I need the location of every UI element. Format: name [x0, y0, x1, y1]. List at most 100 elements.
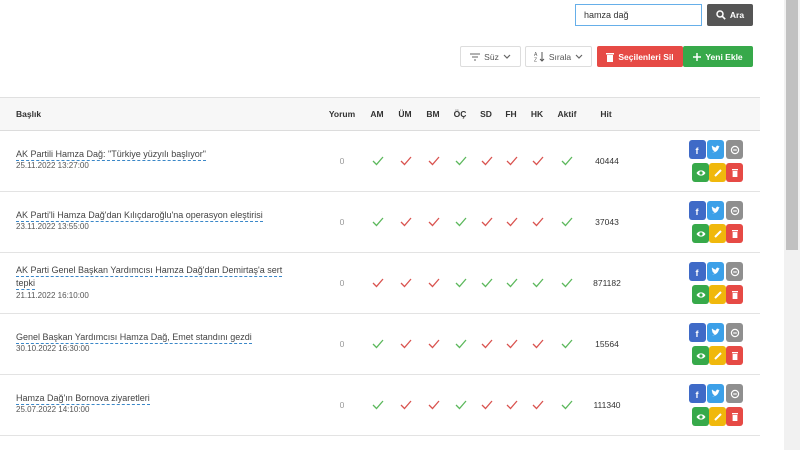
filter-button[interactable]: Süz	[460, 46, 521, 67]
check-sd-icon[interactable]	[481, 400, 493, 410]
share-twitter-button[interactable]	[707, 201, 724, 220]
check-sd-icon[interactable]	[481, 339, 493, 349]
check-active-icon[interactable]	[561, 400, 573, 410]
row-title-link[interactable]: Hamza Dağ'ın Bornova ziyaretleri	[16, 392, 150, 405]
check-fh-icon[interactable]	[506, 339, 518, 349]
check-um-icon[interactable]	[400, 217, 412, 227]
share-twitter-button[interactable]	[707, 323, 724, 342]
check-um-icon[interactable]	[400, 400, 412, 410]
share-facebook-button[interactable]: f	[689, 384, 706, 403]
share-facebook-button[interactable]: f	[689, 323, 706, 342]
col-sd-header[interactable]: SD	[476, 98, 496, 131]
check-bm-icon[interactable]	[428, 339, 440, 349]
delete-button[interactable]	[726, 407, 743, 426]
edit-button[interactable]	[709, 407, 726, 426]
edit-button[interactable]	[709, 346, 726, 365]
col-um-header[interactable]: ÜM	[395, 98, 415, 131]
check-um-icon[interactable]	[400, 278, 412, 288]
check-am-icon[interactable]	[372, 400, 384, 410]
check-fh-icon[interactable]	[506, 400, 518, 410]
col-bm-header[interactable]: BM	[423, 98, 443, 131]
scrollbar-thumb[interactable]	[786, 0, 798, 250]
row-title-link[interactable]: AK Parti'li Hamza Dağ'dan Kılıçdaroğlu'n…	[16, 209, 263, 222]
link-icon	[730, 389, 739, 398]
check-active-icon[interactable]	[561, 339, 573, 349]
check-bm-icon[interactable]	[428, 217, 440, 227]
table-row[interactable]: AK Parti Genel Başkan Yardımcısı Hamza D…	[0, 253, 760, 314]
check-sd-icon[interactable]	[481, 156, 493, 166]
check-um-icon[interactable]	[400, 156, 412, 166]
edit-button[interactable]	[709, 285, 726, 304]
col-am-header[interactable]: AM	[367, 98, 387, 131]
table-row[interactable]: Genel Başkan Yardımcısı Hamza Dağ, Emet …	[0, 314, 760, 375]
row-title-link[interactable]: AK Partili Hamza Dağ: "Türkiye yüzyılı b…	[16, 148, 206, 161]
row-title-link[interactable]: Genel Başkan Yardımcısı Hamza Dağ, Emet …	[16, 331, 252, 344]
share-facebook-button[interactable]: f	[689, 201, 706, 220]
check-oc-icon[interactable]	[455, 156, 467, 166]
check-sd-icon[interactable]	[481, 217, 493, 227]
share-twitter-button[interactable]	[707, 384, 724, 403]
search-input[interactable]	[575, 4, 702, 26]
copy-link-button[interactable]	[726, 201, 743, 220]
col-active-header[interactable]: Aktif	[553, 98, 581, 131]
search-button[interactable]: Ara	[707, 4, 753, 26]
col-comments-header[interactable]: Yorum	[322, 98, 362, 131]
check-am-icon[interactable]	[372, 278, 384, 288]
view-button[interactable]	[692, 285, 709, 304]
share-twitter-button[interactable]	[707, 262, 724, 281]
table-row[interactable]: AK Partili Hamza Dağ: "Türkiye yüzyılı b…	[0, 131, 760, 192]
edit-button[interactable]	[709, 163, 726, 182]
delete-button[interactable]	[726, 224, 743, 243]
check-oc-icon[interactable]	[455, 400, 467, 410]
copy-link-button[interactable]	[726, 140, 743, 159]
check-bm-icon[interactable]	[428, 156, 440, 166]
view-button[interactable]	[692, 346, 709, 365]
copy-link-button[interactable]	[726, 323, 743, 342]
check-bm-icon[interactable]	[428, 400, 440, 410]
col-hk-header[interactable]: HK	[527, 98, 547, 131]
check-am-icon[interactable]	[372, 339, 384, 349]
check-fh-icon[interactable]	[506, 278, 518, 288]
check-fh-icon[interactable]	[506, 156, 518, 166]
check-oc-icon[interactable]	[455, 339, 467, 349]
check-hk-icon[interactable]	[532, 400, 544, 410]
col-title-header[interactable]: Başlık	[16, 98, 41, 131]
share-facebook-button[interactable]: f	[689, 140, 706, 159]
check-bm-icon[interactable]	[428, 278, 440, 288]
share-facebook-button[interactable]: f	[689, 262, 706, 281]
add-new-button[interactable]: Yeni Ekle	[683, 46, 753, 67]
check-hk-icon[interactable]	[532, 278, 544, 288]
table-row[interactable]: Hamza Dağ'ın Bornova ziyaretleri 25.07.20…	[0, 375, 760, 436]
table-row[interactable]: AK Parti'li Hamza Dağ'dan Kılıçdaroğlu'n…	[0, 192, 760, 253]
check-hk-icon[interactable]	[532, 217, 544, 227]
view-button[interactable]	[692, 407, 709, 426]
check-sd-icon[interactable]	[481, 278, 493, 288]
row-title-link[interactable]: AK Parti Genel Başkan Yardımcısı Hamza D…	[16, 264, 283, 277]
col-hit-header[interactable]: Hit	[594, 98, 618, 131]
check-active-icon[interactable]	[561, 278, 573, 288]
check-fh-icon[interactable]	[506, 217, 518, 227]
check-am-icon[interactable]	[372, 156, 384, 166]
delete-button[interactable]	[726, 163, 743, 182]
check-active-icon[interactable]	[561, 156, 573, 166]
copy-link-button[interactable]	[726, 262, 743, 281]
col-fh-header[interactable]: FH	[501, 98, 521, 131]
delete-button[interactable]	[726, 285, 743, 304]
delete-selected-button[interactable]: Seçilenleri Sil	[597, 46, 683, 67]
view-button[interactable]	[692, 224, 709, 243]
col-oc-header[interactable]: ÖÇ	[450, 98, 470, 131]
view-button[interactable]	[692, 163, 709, 182]
share-twitter-button[interactable]	[707, 140, 724, 159]
check-active-icon[interactable]	[561, 217, 573, 227]
check-am-icon[interactable]	[372, 217, 384, 227]
edit-button[interactable]	[709, 224, 726, 243]
check-um-icon[interactable]	[400, 339, 412, 349]
check-hk-icon[interactable]	[532, 156, 544, 166]
row-title-link-line2[interactable]: tepki	[16, 277, 36, 290]
check-hk-icon[interactable]	[532, 339, 544, 349]
delete-button[interactable]	[726, 346, 743, 365]
check-oc-icon[interactable]	[455, 217, 467, 227]
check-oc-icon[interactable]	[455, 278, 467, 288]
sort-button[interactable]: A Z Sırala	[525, 46, 592, 67]
copy-link-button[interactable]	[726, 384, 743, 403]
